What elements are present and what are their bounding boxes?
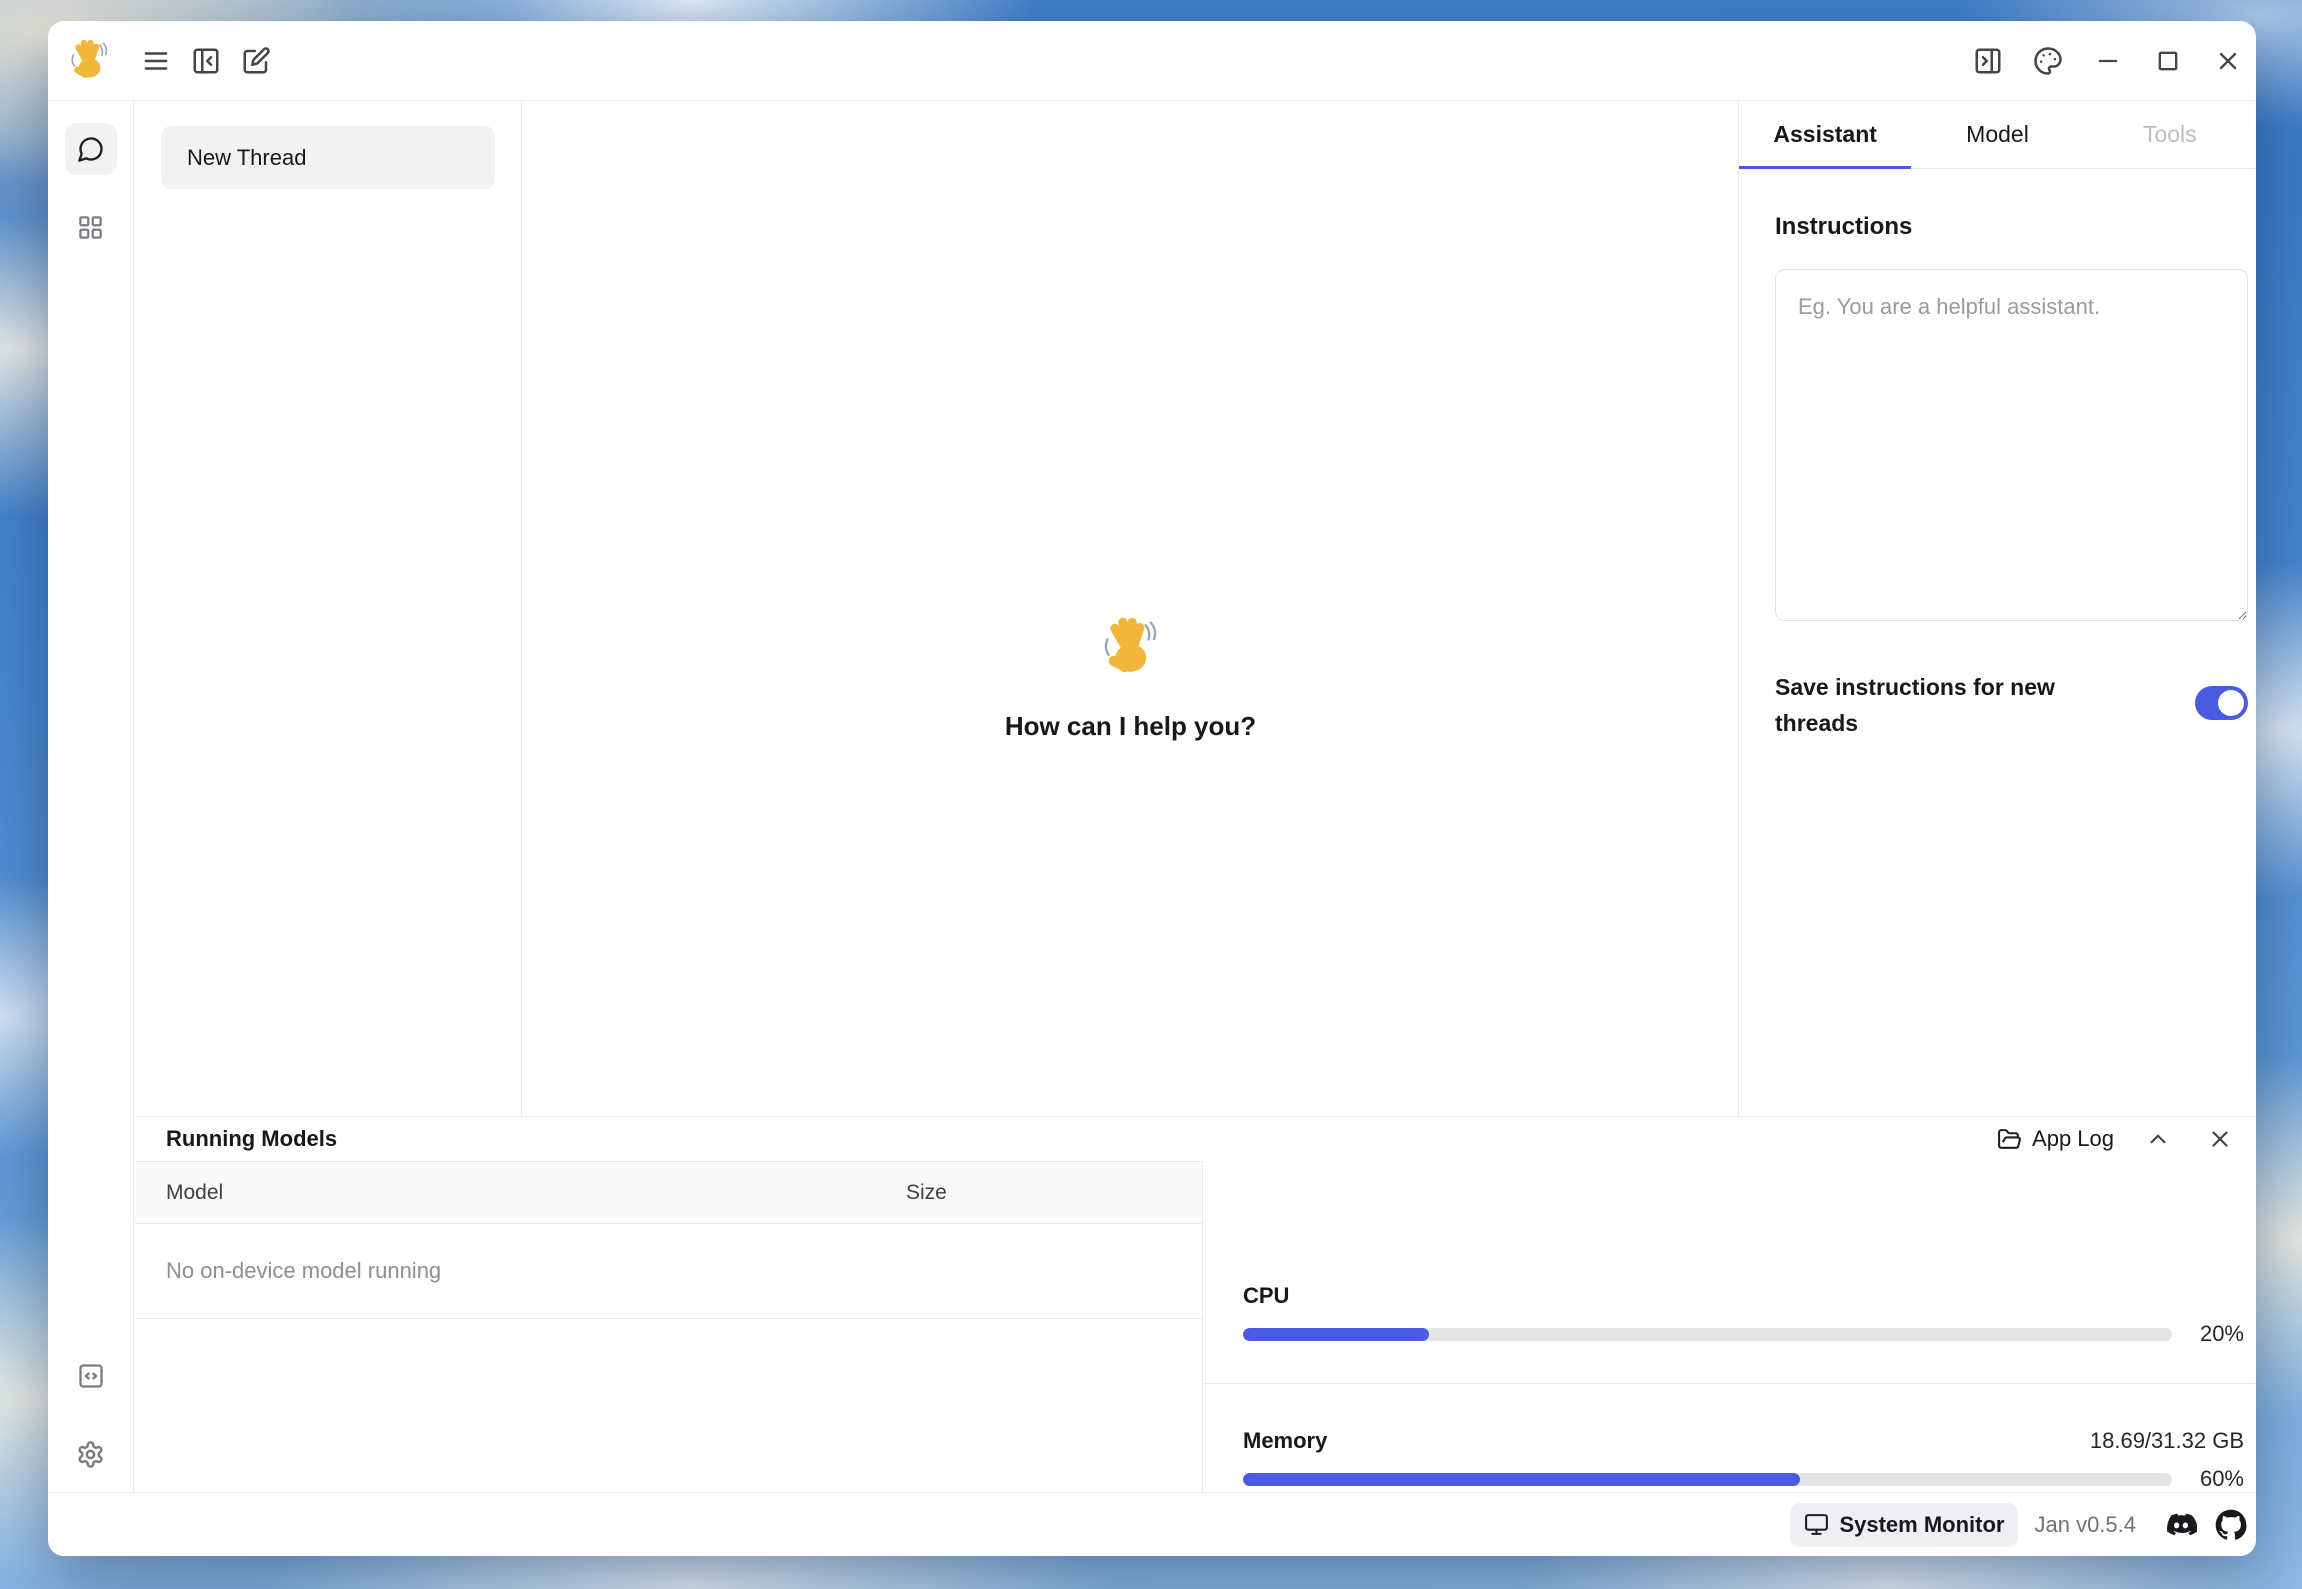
toggle-knob xyxy=(2218,690,2244,716)
minimize-window-button[interactable] xyxy=(2088,41,2128,81)
running-models-table: Model Size No on-device model running xyxy=(135,1161,1203,1492)
thread-list: New Thread xyxy=(135,101,522,1116)
system-monitor-chip-label: System Monitor xyxy=(1839,1512,2004,1538)
app-log-button[interactable]: App Log xyxy=(1997,1126,2114,1152)
collapse-left-panel-button[interactable] xyxy=(186,41,226,81)
settings-button[interactable] xyxy=(65,1428,117,1480)
local-api-server-button[interactable] xyxy=(65,1350,117,1402)
close-monitor-button[interactable] xyxy=(2202,1121,2238,1157)
panel-left-close-icon xyxy=(191,46,221,76)
github-icon xyxy=(2215,1509,2247,1541)
memory-percent: 60% xyxy=(2184,1466,2244,1492)
memory-progress-fill xyxy=(1243,1473,1800,1486)
cpu-label: CPU xyxy=(1243,1283,2244,1309)
folder-open-icon xyxy=(1997,1127,2022,1152)
table-empty-row: No on-device model running xyxy=(135,1224,1202,1319)
cpu-progress-bar xyxy=(1243,1328,2172,1341)
minimize-icon xyxy=(2094,47,2122,75)
close-monitor-icon xyxy=(2207,1126,2233,1152)
gear-icon xyxy=(76,1440,105,1469)
table-header-row: Model Size xyxy=(135,1161,1202,1224)
desktop-wallpaper: New Thread xyxy=(0,0,2302,1589)
open-right-panel-button[interactable] xyxy=(1968,41,2008,81)
grid-icon xyxy=(77,214,104,241)
titlebar xyxy=(48,21,2256,101)
close-window-button[interactable] xyxy=(2208,41,2248,81)
system-monitor-panel: Running Models App Log xyxy=(135,1116,2256,1492)
save-instructions-toggle[interactable] xyxy=(2195,686,2248,720)
monitor-icon xyxy=(1804,1512,1829,1537)
system-monitor-chip[interactable]: System Monitor xyxy=(1790,1503,2018,1547)
new-thread-button[interactable] xyxy=(236,41,276,81)
assistant-panel-tabs: Assistant Model Tools xyxy=(1739,101,2256,169)
thread-title: New Thread xyxy=(187,145,306,171)
close-icon xyxy=(2214,47,2242,75)
discord-icon xyxy=(2165,1509,2197,1541)
save-instructions-label: Save instructions for new threads xyxy=(1775,670,2105,741)
cpu-percent: 20% xyxy=(2184,1321,2244,1347)
system-monitor-header: Running Models App Log xyxy=(135,1117,2256,1161)
jan-app-window: New Thread xyxy=(48,21,2256,1556)
compose-edit-icon xyxy=(241,46,271,76)
maximize-icon xyxy=(2154,47,2182,75)
tab-tools[interactable]: Tools xyxy=(2084,101,2256,168)
instructions-heading: Instructions xyxy=(1775,213,2246,241)
running-models-title: Running Models xyxy=(166,1126,337,1152)
hamburger-menu-icon xyxy=(141,46,171,76)
app-version: Jan v0.5.4 xyxy=(2034,1512,2136,1538)
statusbar: System Monitor Jan v0.5.4 xyxy=(48,1492,2256,1556)
stats-divider xyxy=(1203,1383,2256,1384)
nav-hub-button[interactable] xyxy=(65,201,117,253)
nav-threads-button[interactable] xyxy=(65,123,117,175)
discord-link[interactable] xyxy=(2164,1508,2198,1542)
instructions-textarea[interactable] xyxy=(1775,269,2248,621)
collapse-monitor-button[interactable] xyxy=(2140,1121,2176,1157)
thread-list-item[interactable]: New Thread xyxy=(161,126,495,189)
main-menu-button[interactable] xyxy=(136,41,176,81)
column-header-size: Size xyxy=(906,1181,947,1205)
system-stats: CPU 20% Memory 18.69/31.32 GB xyxy=(1203,1161,2256,1492)
tab-model[interactable]: Model xyxy=(1911,101,2083,168)
memory-progress-bar xyxy=(1243,1473,2172,1486)
waving-hand-emoji xyxy=(1097,615,1163,681)
palette-icon xyxy=(2033,46,2063,76)
chat-bubble-icon xyxy=(77,135,105,163)
tab-assistant[interactable]: Assistant xyxy=(1739,101,1911,168)
left-icon-rail xyxy=(48,101,134,1492)
panel-right-close-icon xyxy=(1973,46,2003,76)
memory-usage: 18.69/31.32 GB xyxy=(2090,1428,2244,1454)
chevron-up-icon xyxy=(2145,1126,2171,1152)
code-square-icon xyxy=(77,1362,105,1390)
memory-label: Memory xyxy=(1243,1428,1327,1454)
column-header-model: Model xyxy=(166,1181,906,1205)
app-log-label: App Log xyxy=(2032,1126,2114,1152)
github-link[interactable] xyxy=(2214,1508,2248,1542)
cpu-progress-fill xyxy=(1243,1328,1429,1341)
theme-button[interactable] xyxy=(2028,41,2068,81)
assistant-panel: Assistant Model Tools Instructions Save … xyxy=(1739,101,2256,1116)
maximize-window-button[interactable] xyxy=(2148,41,2188,81)
chat-area: How can I help you? xyxy=(523,101,1739,1116)
jan-logo-waving-hand xyxy=(66,38,112,84)
greeting-text: How can I help you? xyxy=(1005,711,1256,742)
